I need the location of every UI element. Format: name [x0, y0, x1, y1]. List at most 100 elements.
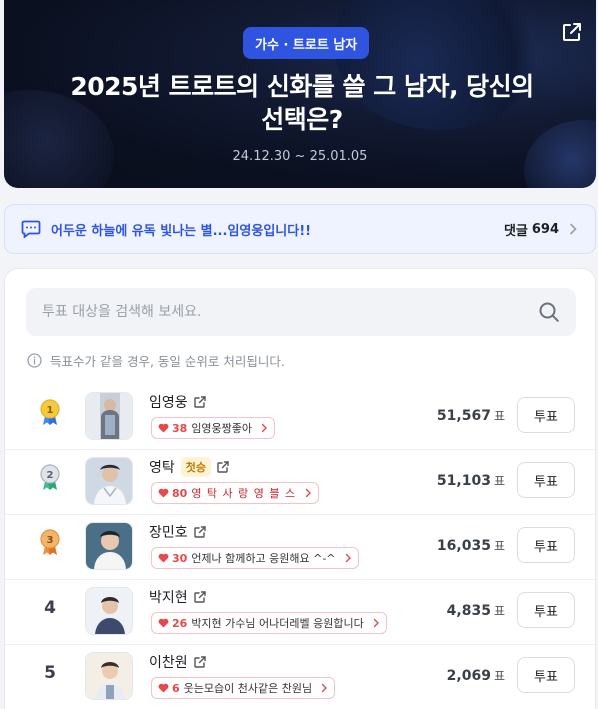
cheer-message-button[interactable]: 80 영 탁 사 랑 영 블 스 [151, 482, 320, 504]
cheer-text: 임영웅짱좋아 [191, 422, 253, 435]
cheer-count: 26 [172, 616, 188, 630]
search-bar[interactable] [26, 288, 576, 336]
candidate-name[interactable]: 임영웅 [149, 392, 188, 412]
first-win-badge: 첫승 [180, 457, 212, 477]
cheer-text: 영 탁 사 랑 영 블 스 [191, 487, 297, 500]
search-icon[interactable] [538, 301, 560, 323]
vote-count: 51,103 표 [437, 472, 505, 489]
cheer-message-button[interactable]: 6 웃는모습이 천사같은 찬원님 [151, 677, 336, 699]
chevron-right-icon [345, 553, 351, 563]
rank-number: 5 [44, 663, 56, 683]
heart-icon [158, 683, 169, 693]
cheer-message-button[interactable]: 26 박지현 가수님 어나더레벨 응원합니다 [151, 612, 387, 634]
hero-banner: 가수 · 트로트 남자 2025년 트로트의 신화를 쓸 그 남자, 당신의 선… [4, 0, 596, 188]
cheer-count: 6 [172, 681, 180, 695]
cheer-message-button[interactable]: 38 임영웅짱좋아 [151, 417, 276, 439]
vote-count: 2,069 표 [447, 667, 505, 684]
artist-photo [86, 523, 132, 569]
chevron-right-icon [373, 618, 379, 628]
share-icon[interactable] [560, 20, 584, 44]
avatar [85, 652, 133, 700]
vote-unit: 표 [493, 604, 505, 618]
date-range: 24.12.30 ~ 25.01.05 [232, 149, 368, 164]
comments-label: 댓글 [503, 223, 528, 239]
svg-text:3: 3 [47, 535, 54, 546]
tie-rule-text: 득표수가 같을 경우, 동일 순위로 처리됩니다. [50, 354, 285, 369]
avatar [85, 587, 133, 635]
cheer-message-button[interactable]: 30 언제나 함께하고 응원해요 ^-^ [151, 547, 359, 569]
vote-unit: 표 [493, 409, 505, 423]
artist-photo [86, 393, 132, 439]
chevron-right-icon [321, 683, 328, 693]
cheer-text: 언제나 함께하고 응원해요 ^-^ [191, 552, 336, 565]
chevron-right-icon [570, 223, 577, 235]
info-icon [27, 353, 42, 368]
candidate-name-group: 장민호 [149, 522, 207, 542]
vote-unit: 표 [493, 539, 505, 553]
vote-count: 4,835 표 [447, 602, 505, 619]
external-link-icon[interactable] [216, 460, 230, 474]
cheer-text: 박지현 가수님 어나더레벨 응원합니다 [191, 617, 364, 630]
vote-button[interactable]: 투표 [517, 657, 575, 693]
latest-comment: 어두운 하늘에 유독 빛나는 별...임영웅입니다!! [51, 223, 312, 239]
external-link-icon[interactable] [193, 395, 207, 409]
vote-count: 51,567 표 [437, 407, 505, 424]
candidate-name-group: 박지현 [149, 587, 207, 607]
heart-icon [158, 423, 169, 433]
candidate-name[interactable]: 이찬원 [149, 652, 188, 672]
page-title: 2025년 트로트의 신화를 쓸 그 남자, 당신의 선택은? [34, 70, 570, 136]
rank-number: 4 [44, 598, 56, 618]
avatar [85, 522, 133, 570]
vote-unit: 표 [493, 474, 505, 488]
avatar [85, 392, 133, 440]
chevron-right-icon [305, 488, 312, 498]
comments-count: 694 [531, 221, 559, 237]
silver-medal-icon: 2 [40, 464, 60, 490]
chevron-right-icon [261, 423, 268, 433]
candidate-row: 1 임영웅 38 임영웅짱좋아 51,567 표 투표 [5, 385, 595, 450]
heart-icon [158, 618, 169, 628]
candidate-name-group: 이찬원 [149, 652, 207, 672]
chat-bubble-icon [21, 220, 41, 238]
candidate-name-group: 임영웅 [149, 392, 207, 412]
svg-text:2: 2 [47, 470, 54, 481]
artist-photo [86, 653, 132, 699]
external-link-icon[interactable] [193, 655, 207, 669]
external-link-icon[interactable] [193, 525, 207, 539]
vote-count-value: 16,035 [436, 538, 491, 554]
vote-button[interactable]: 투표 [517, 527, 575, 563]
heart-icon [158, 488, 169, 498]
tie-rule-note: 득표수가 같을 경우, 동일 순위로 처리됩니다. [27, 351, 285, 370]
vote-button[interactable]: 투표 [517, 592, 575, 628]
candidate-name-group: 영탁 첫승 [149, 457, 230, 477]
candidate-name[interactable]: 영탁 [149, 457, 175, 477]
candidate-row: 4 박지현 26 박지현 가수님 어나더레벨 응원합니다 4,835 표 투표 [5, 580, 595, 645]
vote-count-value: 51,567 [436, 408, 491, 424]
candidate-row: 2 영탁 첫승 80 영 탁 사 랑 영 블 스 51,103 표 투표 [5, 450, 595, 515]
comments-banner[interactable]: 어두운 하늘에 유독 빛나는 별...임영웅입니다!! 댓글 694 [4, 204, 596, 254]
svg-text:1: 1 [47, 405, 54, 416]
vote-button[interactable]: 투표 [517, 397, 575, 433]
external-link-icon[interactable] [193, 590, 207, 604]
category-chip: 가수 · 트로트 남자 [243, 27, 370, 59]
candidate-name[interactable]: 장민호 [149, 522, 188, 542]
cheer-count: 80 [172, 486, 188, 500]
vote-count-value: 4,835 [446, 603, 491, 619]
candidate-row: 3 장민호 30 언제나 함께하고 응원해요 ^-^ 16,035 표 투표 [5, 515, 595, 580]
avatar [85, 457, 133, 505]
cheer-text: 웃는모습이 천사같은 찬원님 [183, 682, 313, 695]
candidate-row: 5 이찬원 6 웃는모습이 천사같은 찬원님 2,069 표 투표 [5, 645, 595, 709]
title-line-1: 2025년 트로트의 신화를 쓸 그 남자, 당신의 [70, 72, 534, 101]
title-line-2: 선택은? [261, 105, 343, 134]
vote-panel: 득표수가 같을 경우, 동일 순위로 처리됩니다. 1 임영웅 38 [4, 268, 596, 709]
vote-count: 16,035 표 [437, 537, 505, 554]
bronze-medal-icon: 3 [40, 529, 60, 555]
artist-photo [86, 458, 132, 504]
vote-count-value: 51,103 [436, 473, 491, 489]
candidate-name[interactable]: 박지현 [149, 587, 188, 607]
vote-button[interactable]: 투표 [517, 462, 575, 498]
vote-count-value: 2,069 [446, 668, 491, 684]
artist-photo [86, 588, 132, 634]
vote-unit: 표 [493, 669, 505, 683]
search-input[interactable] [42, 304, 538, 320]
